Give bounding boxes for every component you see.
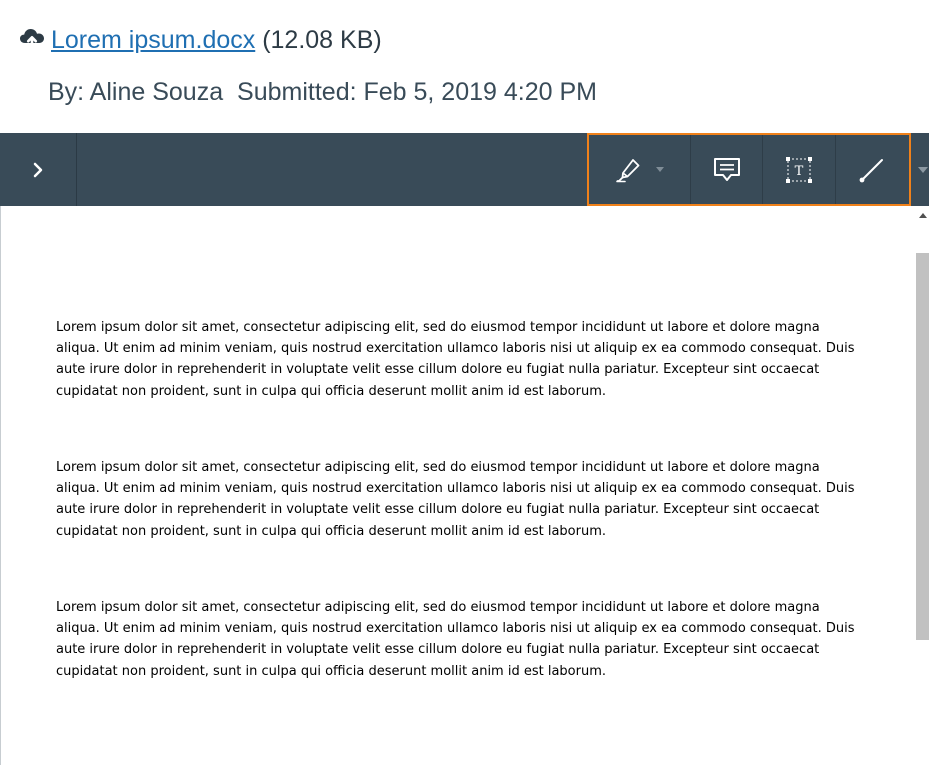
comment-icon (713, 157, 740, 181)
comment-tool-button[interactable] (691, 135, 764, 204)
document-paragraph: Lorem ipsum dolor sit amet, consectetur … (56, 460, 855, 539)
file-size: (12.08 KB) (262, 26, 382, 54)
chevron-right-icon (33, 162, 43, 177)
submission-header: Lorem ipsum.docx (12.08 KB) By: Aline So… (0, 0, 929, 133)
annotation-toolbar: T (0, 133, 929, 206)
vertical-scrollbar[interactable] (916, 206, 929, 765)
submission-author: By: Aline Souza (48, 78, 224, 106)
svg-text:T: T (795, 164, 804, 179)
document-paragraph: Lorem ipsum dolor sit amet, consectetur … (56, 600, 855, 679)
annotation-tool-group: T (587, 133, 911, 206)
highlight-options-caret[interactable] (655, 167, 664, 172)
expand-sidebar-button[interactable] (0, 133, 77, 206)
text-box-tool-button[interactable]: T (763, 135, 836, 204)
file-line: Lorem ipsum.docx (12.08 KB) (19, 24, 382, 56)
highlighter-icon (615, 158, 639, 182)
submission-date: Submitted: Feb 5, 2019 4:20 PM (237, 78, 597, 106)
document-preview: Lorem ipsum dolor sit amet, consectetur … (0, 206, 916, 765)
line-icon (859, 158, 884, 182)
highlight-tool-button[interactable] (589, 135, 692, 204)
cloud-upload-icon (20, 29, 44, 50)
line-tool-button[interactable] (836, 135, 909, 204)
chevron-down-icon[interactable] (918, 167, 928, 173)
scrollbar-thumb[interactable] (916, 253, 929, 640)
text-box-icon: T (786, 156, 813, 183)
submission-meta: By: Aline Souza Submitted: Feb 5, 2019 4… (48, 76, 597, 108)
scroll-up-arrow-icon[interactable] (919, 213, 927, 218)
document-paragraph: Lorem ipsum dolor sit amet, consectetur … (56, 320, 855, 399)
file-download-link[interactable]: Lorem ipsum.docx (51, 26, 255, 54)
